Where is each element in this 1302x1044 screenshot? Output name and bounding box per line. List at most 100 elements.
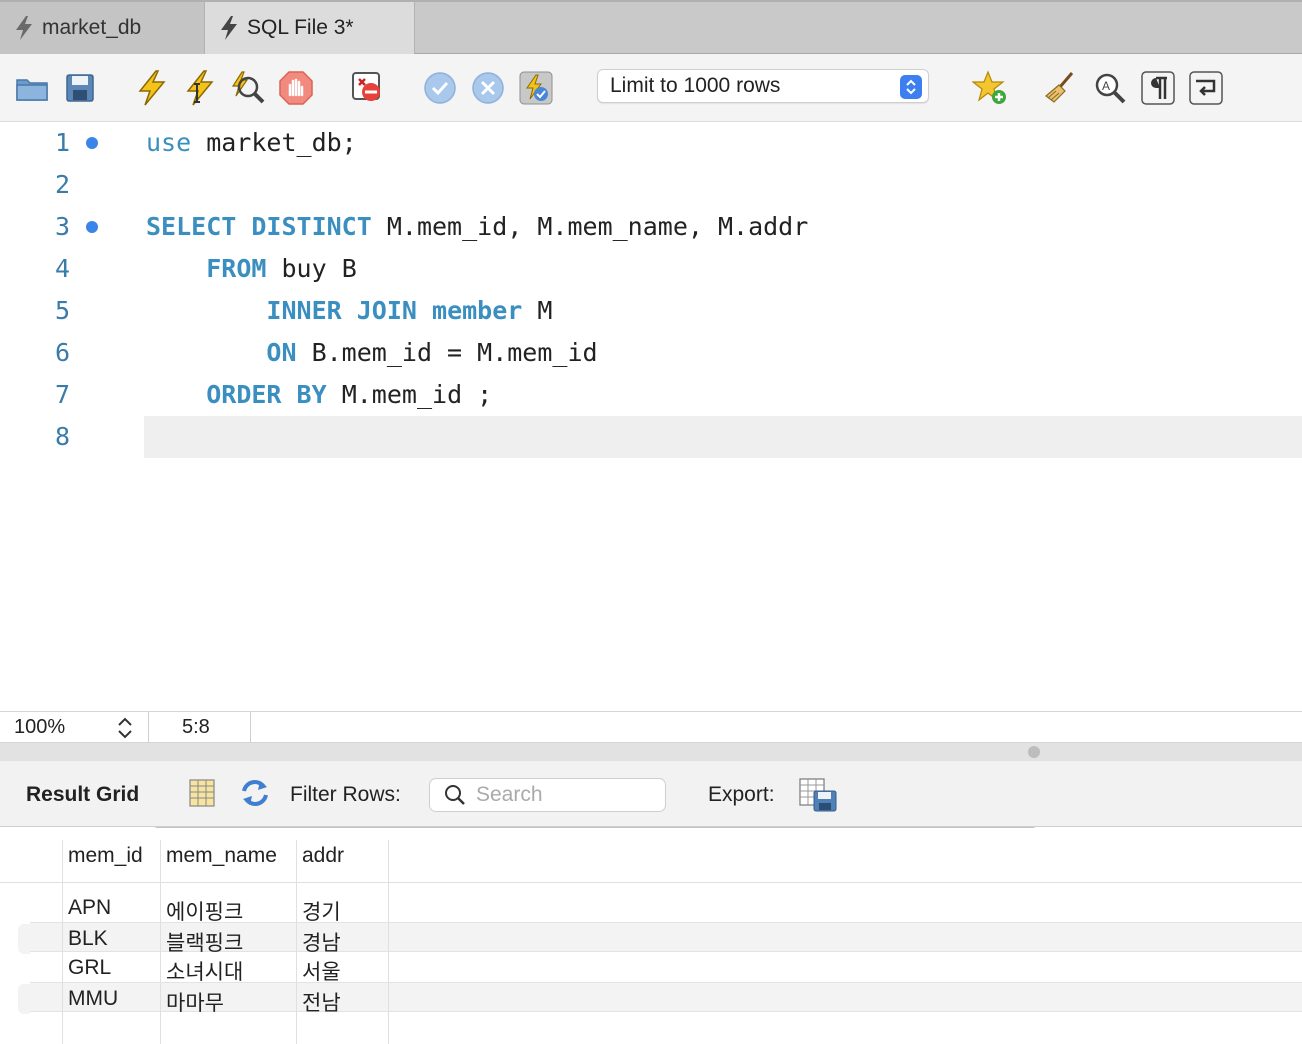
editor-status-bar: 100% 5:8 (0, 711, 1302, 744)
column-header-mem-id[interactable]: mem_id (68, 844, 143, 868)
connection-bolt-icon (16, 16, 32, 40)
splitter-grip-icon[interactable] (1028, 746, 1040, 758)
sql-keyword: INNER (266, 296, 342, 325)
cell-mem-id[interactable]: MMU (68, 987, 118, 1011)
panel-splitter[interactable] (0, 743, 1302, 761)
sql-text: market_db; (191, 128, 357, 157)
cell-mem-id[interactable]: BLK (68, 927, 108, 951)
statement-marker-icon[interactable] (86, 221, 98, 233)
execute-statement-icon[interactable] (182, 70, 218, 106)
sql-file-bolt-icon (221, 16, 237, 40)
result-toolbar: Result Grid Filter Rows: Search Export: (0, 761, 1302, 827)
table-row[interactable]: APN 에이핑크 경기 (30, 892, 1302, 924)
column-divider[interactable] (160, 840, 161, 1044)
table-row[interactable]: BLK 블랙핑크 경남 (30, 922, 1302, 955)
result-grid-title: Result Grid (26, 783, 140, 806)
status-separator (250, 712, 251, 744)
filter-rows-search-input[interactable]: Search (429, 778, 666, 812)
commit-icon[interactable] (422, 70, 458, 106)
cell-mem-id[interactable]: GRL (68, 956, 111, 980)
sql-keyword: FROM (206, 254, 267, 283)
code-line[interactable]: ORDER BY M.mem_id ; (146, 374, 492, 416)
cell-addr[interactable]: 전남 (302, 987, 341, 1017)
tab-label: market_db (42, 16, 142, 39)
sql-text: buy B (266, 254, 357, 283)
cell-mem-id[interactable]: APN (68, 896, 111, 920)
sql-text: M.mem_id, M.mem_name, M.addr (371, 212, 809, 241)
code-line[interactable]: use market_db; (146, 122, 357, 164)
beautify-icon[interactable] (1042, 70, 1078, 106)
column-divider (62, 840, 63, 1044)
code-line[interactable]: FROM buy B (146, 248, 357, 290)
line-number-gutter: 1 2 3 4 5 6 7 8 (0, 122, 144, 688)
explain-icon[interactable] (230, 70, 266, 106)
favorite-add-icon[interactable] (972, 70, 1008, 106)
statement-marker-icon[interactable] (86, 137, 98, 149)
column-divider[interactable] (296, 840, 297, 1044)
sql-keyword: DISTINCT (251, 212, 372, 241)
line-number: 6 (54, 338, 70, 367)
sql-text: M (522, 296, 553, 325)
line-number: 3 (54, 212, 70, 241)
wrap-lines-icon[interactable] (1188, 70, 1224, 106)
limit-rows-value: Limit to 1000 rows (610, 74, 781, 97)
execute-icon[interactable] (134, 70, 170, 106)
line-number: 4 (54, 254, 70, 283)
table-row[interactable]: MMU 마마무 전남 (30, 982, 1302, 1015)
sql-editor[interactable]: 1 2 3 4 5 6 7 8 use market_db; SELECT DISTINCT M… (0, 122, 1302, 833)
row-marker (18, 924, 30, 954)
row-marker (18, 984, 30, 1014)
autocommit-icon[interactable] (518, 70, 554, 106)
code-line[interactable]: INNER JOIN member M (146, 290, 552, 332)
rollback-icon[interactable] (470, 70, 506, 106)
search-icon (445, 785, 465, 805)
sql-keyword: ON (266, 338, 297, 367)
line-number: 1 (54, 128, 70, 157)
line-number: 8 (54, 422, 70, 451)
sql-keyword: SELECT (146, 212, 237, 241)
export-label: Export: (708, 783, 775, 806)
toggle-error-icon[interactable] (350, 70, 386, 106)
table-row[interactable]: GRL 소녀시대 서울 (30, 952, 1302, 984)
search-placeholder: Search (476, 783, 543, 806)
zoom-level[interactable]: 100% (14, 716, 65, 739)
column-header-mem-name[interactable]: mem_name (166, 844, 277, 868)
line-number: 7 (54, 380, 70, 409)
sql-keyword: JOIN (356, 296, 417, 325)
find-icon[interactable]: A (1092, 70, 1128, 106)
column-header-addr[interactable]: addr (302, 844, 344, 868)
refresh-icon[interactable] (238, 777, 272, 815)
limit-rows-select[interactable]: Limit to 1000 rows (597, 69, 929, 103)
stop-icon[interactable] (278, 70, 314, 106)
svg-text:A: A (1102, 79, 1110, 93)
current-line-highlight (144, 416, 1302, 458)
cursor-position: 5:8 (182, 716, 210, 738)
status-separator (148, 712, 149, 744)
line-number: 2 (54, 170, 70, 199)
grid-layout-icon[interactable] (188, 777, 216, 815)
invisible-chars-icon[interactable] (1140, 70, 1176, 106)
result-grid[interactable]: mem_id mem_name addr APN 에이핑크 경기 BLK 블랙핑… (0, 828, 1302, 1044)
open-file-icon[interactable] (14, 70, 50, 106)
tab-sql-file[interactable]: SQL File 3* (205, 2, 415, 54)
export-icon[interactable] (798, 777, 838, 819)
save-icon[interactable] (62, 70, 98, 106)
code-line[interactable]: SELECT DISTINCT M.mem_id, M.mem_name, M.… (146, 206, 808, 248)
cell-mem-name[interactable]: 마마무 (166, 987, 224, 1017)
tab-label: SQL File 3* (247, 16, 354, 39)
column-divider[interactable] (388, 840, 389, 1044)
chevron-updown-icon (900, 75, 922, 99)
code-line[interactable]: ON B.mem_id = M.mem_id (146, 332, 598, 374)
sql-text: B.mem_id = M.mem_id (296, 338, 598, 367)
sql-keyword: BY (296, 380, 327, 409)
editor-toolbar: Limit to 1000 rows A (0, 54, 1302, 122)
tab-market-db[interactable]: market_db (0, 2, 205, 54)
tab-bar: market_db SQL File 3* (0, 0, 1302, 54)
line-number: 5 (54, 296, 70, 325)
filter-rows-label: Filter Rows: (290, 783, 401, 806)
